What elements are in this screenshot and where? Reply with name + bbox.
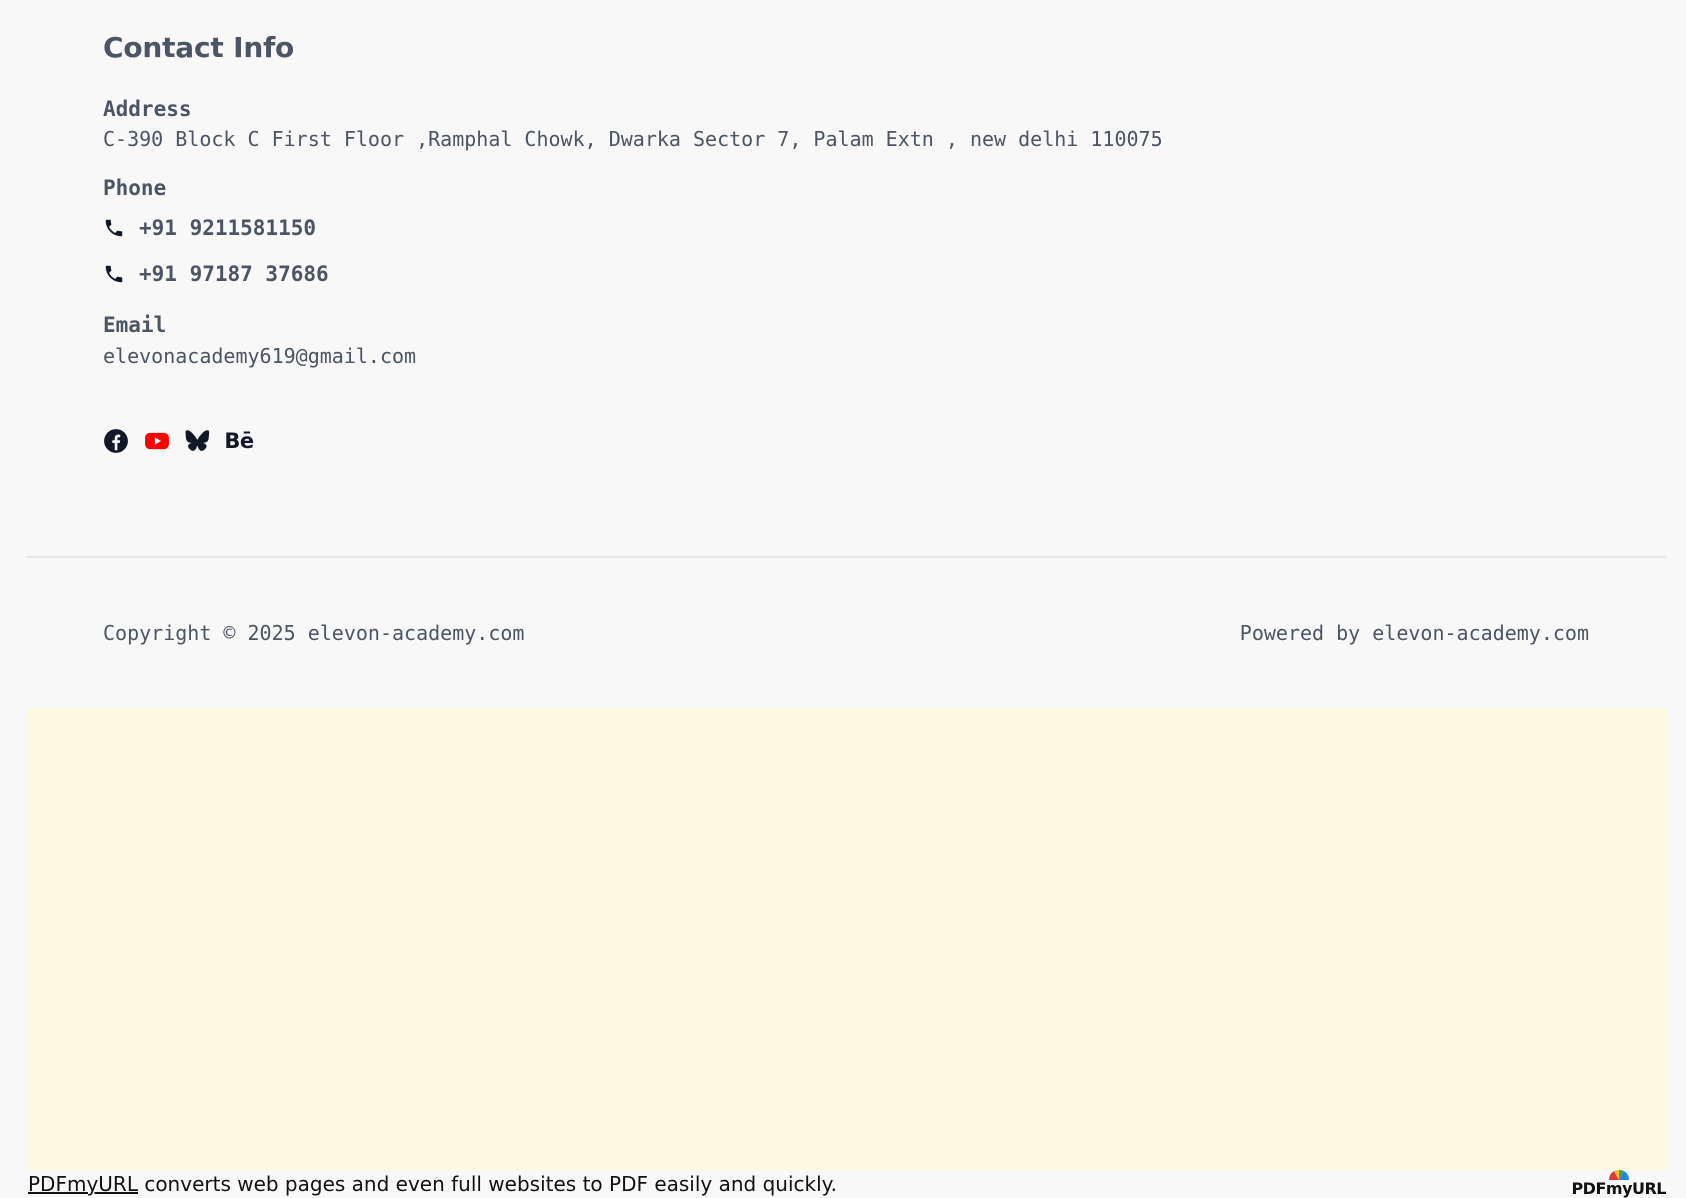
- phone-row-2[interactable]: +91 97187 37686: [103, 260, 329, 288]
- address-value: C-390 Block C First Floor ,Ramphal Chowk…: [103, 127, 1163, 151]
- facebook-icon[interactable]: [103, 428, 129, 454]
- behance-icon[interactable]: Bē: [224, 428, 254, 454]
- youtube-icon[interactable]: [144, 428, 170, 454]
- phone-number-1[interactable]: +91 9211581150: [139, 216, 316, 240]
- pdfmyurl-logo[interactable]: PDFmyURL: [1571, 1168, 1666, 1198]
- bluesky-icon[interactable]: [185, 428, 211, 454]
- pdfmyurl-logo-text: PDFmyURL: [1571, 1179, 1666, 1198]
- copyright-text: Copyright © 2025 elevon-academy.com: [103, 621, 525, 645]
- blank-banner-area: [27, 708, 1667, 1170]
- pdfmyurl-note: PDFmyURL converts web pages and even ful…: [28, 1170, 837, 1198]
- phone-icon: [105, 265, 123, 283]
- contact-info-title: Contact Info: [103, 31, 295, 64]
- phone-row-1[interactable]: +91 9211581150: [103, 214, 316, 242]
- phone-number-2[interactable]: +91 97187 37686: [139, 262, 329, 286]
- pdfmyurl-link[interactable]: PDFmyURL: [28, 1172, 138, 1196]
- phone-icon: [105, 219, 123, 237]
- footer-divider: [27, 556, 1667, 558]
- address-label: Address: [103, 97, 192, 121]
- email-label: Email: [103, 313, 167, 337]
- powered-by-text: Powered by elevon-academy.com: [1239, 621, 1589, 645]
- contact-info-section: Contact Info Address C-390 Block C First…: [103, 26, 1503, 453]
- social-links: Bē: [103, 428, 267, 454]
- phone-label: Phone: [103, 176, 167, 200]
- pdfmyurl-note-text: converts web pages and even full website…: [137, 1172, 838, 1196]
- email-value[interactable]: elevonacademy619@gmail.com: [103, 343, 416, 369]
